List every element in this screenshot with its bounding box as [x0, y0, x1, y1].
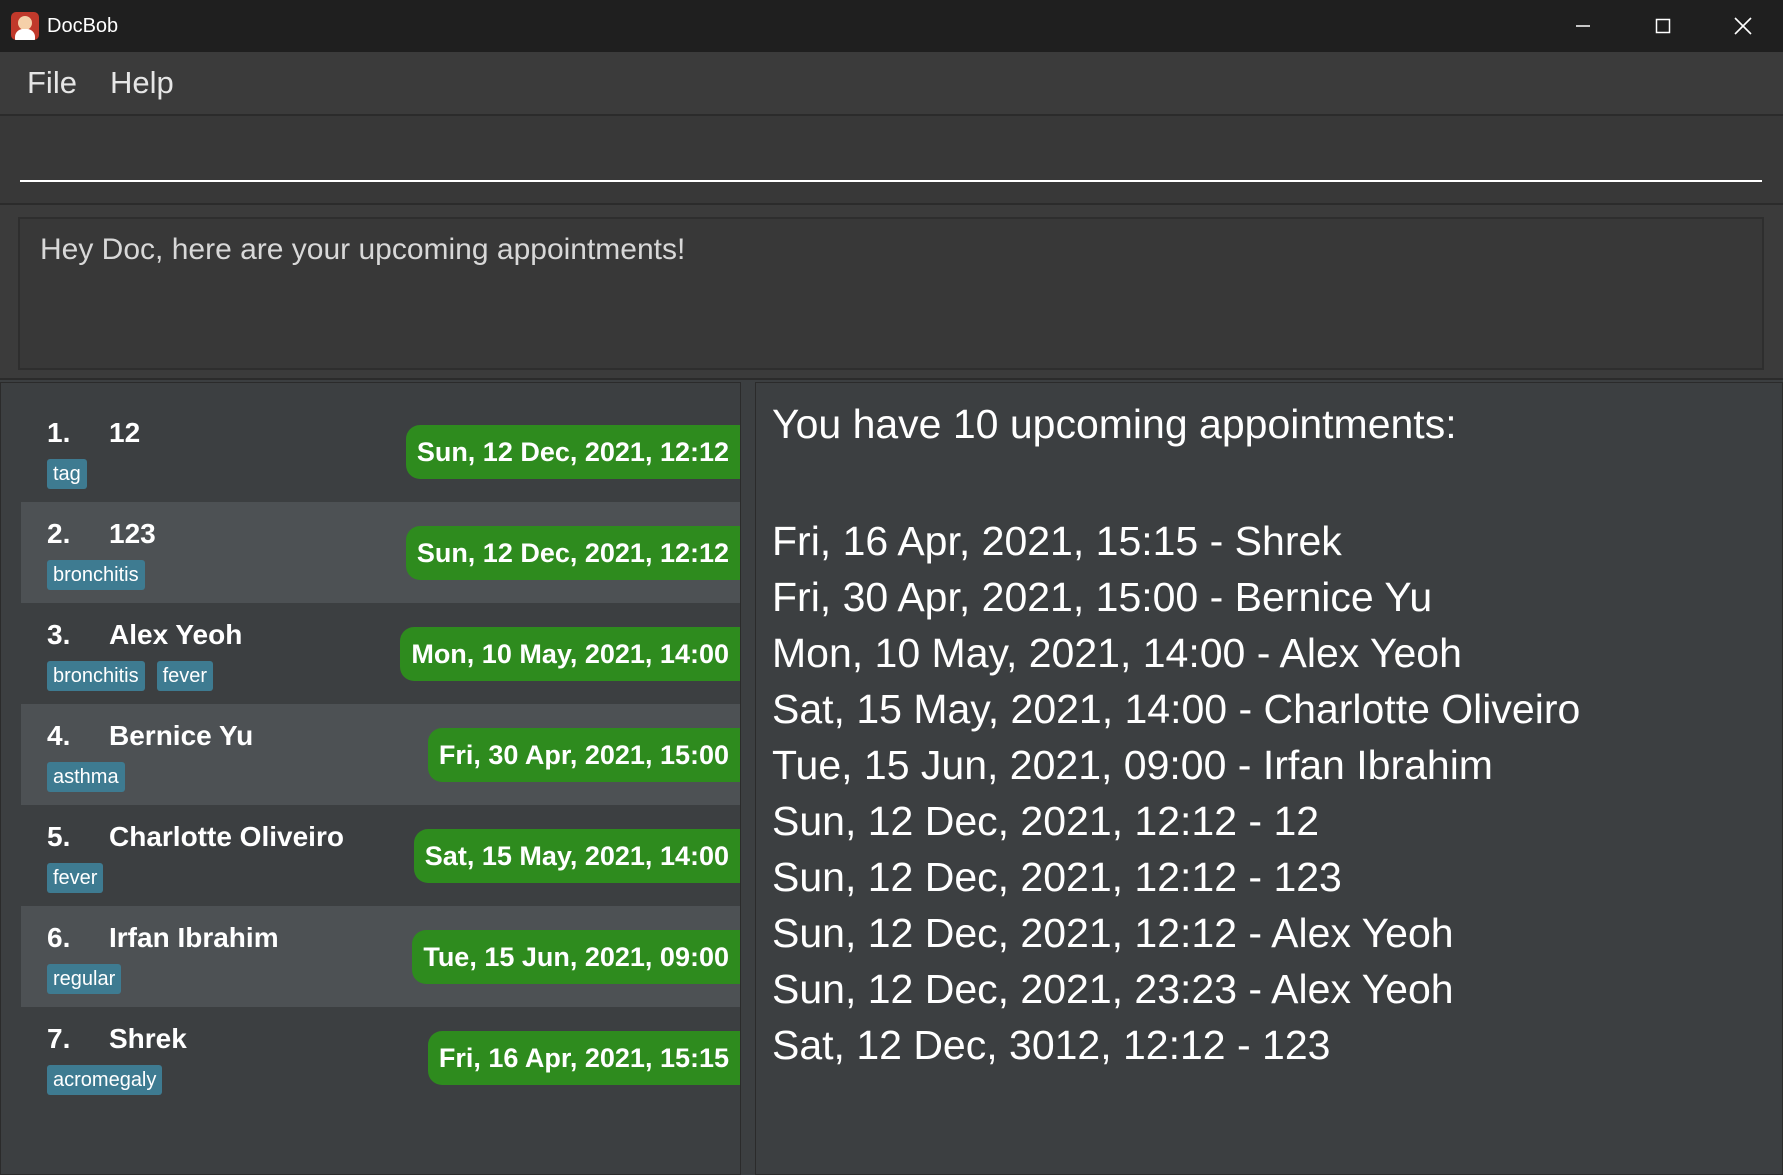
patient-index: 5. [47, 821, 71, 852]
patient-card[interactable]: 3. Alex Yeoh bronchitis fever Mon, 10 May, 2… [21, 603, 740, 704]
tag-badge: bronchitis [47, 661, 145, 691]
appointment-line: Sun, 12 Dec, 2021, 23:23 - Alex Yeoh [772, 966, 1454, 1012]
doctor-app-icon [11, 12, 39, 40]
menu-file[interactable]: File [27, 65, 77, 101]
tag-badge: bronchitis [47, 560, 145, 590]
minimize-button[interactable] [1543, 0, 1623, 52]
patient-name: 123 [109, 518, 156, 549]
appointment-line: Sun, 12 Dec, 2021, 12:12 - 123 [772, 854, 1342, 900]
patient-index: 7. [47, 1023, 71, 1054]
patient-index: 4. [47, 720, 71, 751]
appointment-heading: You have 10 upcoming appointments: [772, 401, 1457, 447]
patient-tags: bronchitis [47, 560, 157, 590]
title-bar: DocBob [0, 0, 1783, 52]
appointment-line: Sat, 12 Dec, 3012, 12:12 - 123 [772, 1022, 1331, 1068]
appointment-badge: Sun, 12 Dec, 2021, 12:12 [405, 526, 740, 580]
patient-name: Irfan Ibrahim [109, 922, 279, 953]
patient-index: 2. [47, 518, 71, 549]
patient-name: 12 [109, 417, 141, 448]
window-title: DocBob [47, 14, 119, 37]
patient-index: 3. [47, 619, 71, 650]
maximize-icon [1655, 18, 1671, 34]
appointment-list: Fri, 16 Apr, 2021, 15:15 - Shrek Fri, 30 … [772, 513, 1580, 1073]
patient-name: Charlotte Oliveiro [109, 821, 344, 852]
patient-tags: asthma [47, 762, 137, 792]
tag-badge: regular [47, 964, 122, 994]
patient-tags: acromegaly [47, 1065, 174, 1095]
patient-tags: tag [47, 459, 99, 489]
appointment-line: Sun, 12 Dec, 2021, 12:12 - 12 [772, 798, 1320, 844]
patient-card[interactable]: 5. Charlotte Oliveiro fever Sat, 15 May, 20… [21, 805, 740, 906]
appointment-line: Sun, 12 Dec, 2021, 12:12 - Alex Yeoh [772, 910, 1454, 956]
appointment-line: Fri, 30 Apr, 2021, 15:00 - Bernice Yu [772, 574, 1433, 620]
appointment-badge: Tue, 15 Jun, 2021, 09:00 [412, 930, 740, 984]
result-display-panel: Hey Doc, here are your upcoming appointm… [0, 205, 1783, 380]
tag-badge: acromegaly [47, 1065, 163, 1095]
patient-card[interactable]: 4. Bernice Yu asthma Fri, 30 Apr, 2021, 15:… [21, 704, 740, 805]
appointment-badge: Fri, 30 Apr, 2021, 15:00 [427, 728, 740, 782]
patient-card[interactable]: 1. 12 tag Sun, 12 Dec, 2021, 12:12 [21, 401, 740, 502]
appointment-line: Sat, 15 May, 2021, 14:00 - Charlotte Oli… [772, 686, 1581, 732]
patient-tags: regular [47, 964, 133, 994]
command-box [0, 114, 1783, 205]
appointment-panel: You have 10 upcoming appointments: Fri, … [741, 382, 1783, 1175]
appointment-badge: Sun, 12 Dec, 2021, 12:12 [405, 425, 740, 479]
appointment-badge: Mon, 10 May, 2021, 14:00 [400, 627, 740, 681]
close-button[interactable] [1703, 0, 1783, 52]
patient-tags: fever [47, 863, 115, 893]
result-message: Hey Doc, here are your upcoming appointm… [40, 233, 686, 266]
patient-card[interactable]: 6. Irfan Ibrahim regular Tue, 15 Jun, 2021,… [21, 906, 740, 1007]
patient-list[interactable]: 1. 12 tag Sun, 12 Dec, 2021, 12:12 2. 123 bron… [21, 401, 740, 1108]
patient-list-panel: 1. 12 tag Sun, 12 Dec, 2021, 12:12 2. 123 bron… [0, 382, 741, 1175]
maximize-button[interactable] [1623, 0, 1703, 52]
appointment-line: Mon, 10 May, 2021, 14:00 - Alex Yeoh [772, 630, 1462, 676]
appointment-badge: Sat, 15 May, 2021, 14:00 [413, 829, 740, 883]
patient-name: Alex Yeoh [109, 619, 243, 650]
minimize-icon [1576, 25, 1590, 27]
result-display: Hey Doc, here are your upcoming appointm… [18, 217, 1764, 370]
appointment-line: Fri, 16 Apr, 2021, 15:15 - Shrek [772, 518, 1342, 564]
command-input[interactable] [20, 138, 1762, 182]
close-icon [1734, 17, 1752, 35]
patient-name: Bernice Yu [109, 720, 254, 751]
tag-badge: tag [47, 459, 87, 489]
appointment-line: Tue, 15 Jun, 2021, 09:00 - Irfan Ibrahim [772, 742, 1493, 788]
menu-help[interactable]: Help [110, 65, 174, 101]
patient-tags: bronchitis fever [47, 661, 225, 691]
patient-card[interactable]: 2. 123 bronchitis Sun, 12 Dec, 2021, 12:12 [21, 502, 740, 603]
appointment-badge: Fri, 16 Apr, 2021, 15:15 [427, 1031, 740, 1085]
patient-index: 6. [47, 922, 71, 953]
patient-index: 1. [47, 417, 71, 448]
patient-name: Shrek [109, 1023, 187, 1054]
tag-badge: asthma [47, 762, 125, 792]
patient-card[interactable]: 7. Shrek acromegaly Fri, 16 Apr, 2021, 15:1… [21, 1007, 740, 1108]
tag-badge: fever [156, 661, 214, 691]
menu-bar: File Help [0, 52, 1783, 114]
tag-badge: fever [47, 863, 104, 893]
